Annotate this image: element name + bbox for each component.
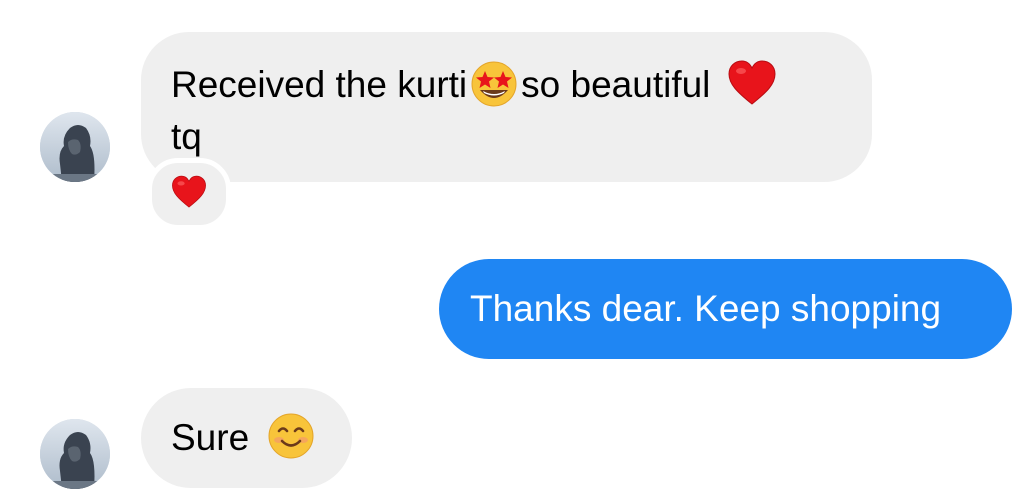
- red-heart-emoji-icon: [171, 175, 207, 214]
- incoming-message-bubble[interactable]: Received the kurti so beautiful tq: [141, 32, 872, 182]
- message-line-2: tq: [171, 116, 202, 158]
- smiling-face-emoji-icon: [267, 412, 315, 460]
- contact-avatar[interactable]: [40, 112, 110, 182]
- avatar-statue-image: [40, 419, 110, 489]
- message-line-1: Received the kurti so beautiful: [171, 60, 872, 112]
- message-text: Sure: [171, 417, 250, 458]
- message-text: so beautiful: [521, 64, 711, 105]
- message-reaction[interactable]: [147, 158, 231, 230]
- message-text: Thanks dear. Keep shopping: [470, 288, 942, 329]
- incoming-message-bubble[interactable]: Sure: [141, 388, 352, 488]
- contact-avatar[interactable]: [40, 419, 110, 489]
- outgoing-message-bubble[interactable]: Thanks dear. Keep shopping: [439, 259, 1012, 359]
- avatar-statue-image: [40, 112, 110, 182]
- star-struck-emoji-icon: [467, 58, 521, 108]
- message-text: Received the kurti: [171, 64, 468, 105]
- chat-thread: Received the kurti so beautiful tq Thank…: [0, 0, 1024, 502]
- red-heart-emoji-icon: [727, 60, 777, 106]
